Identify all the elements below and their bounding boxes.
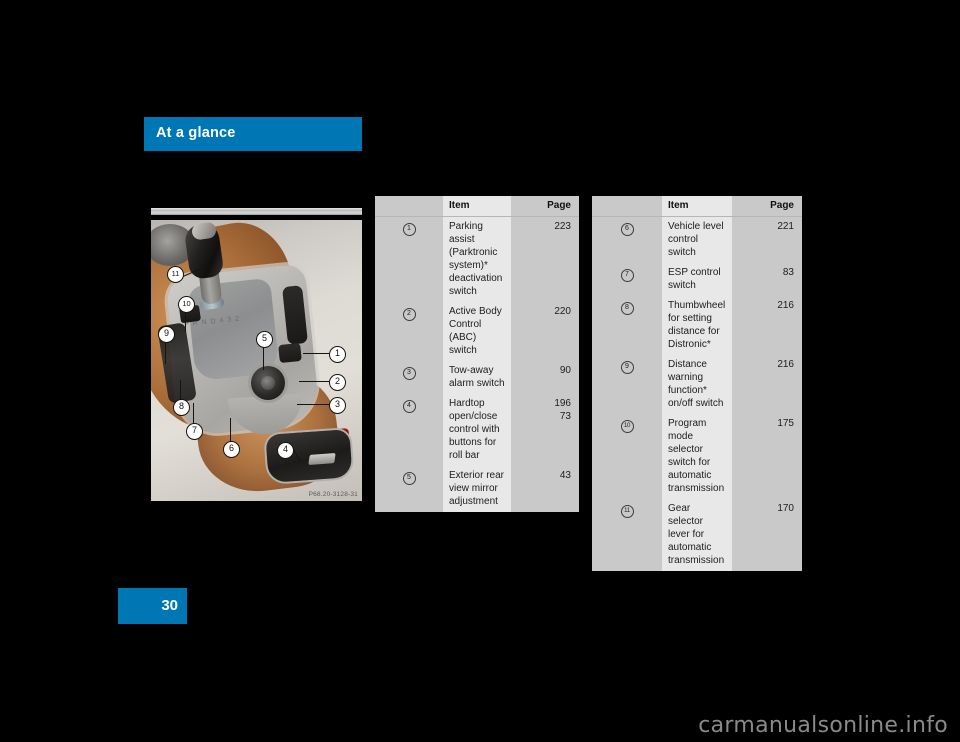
- row-number-cell: 2: [375, 302, 443, 361]
- figure-photo: P R N D 4 3 2 1 2 3 4 5 6 7 8 9 10 11: [151, 220, 362, 501]
- leader-line-2: [299, 381, 329, 382]
- row-page-number: 175: [732, 414, 802, 499]
- row-number-badge: 10: [620, 420, 634, 433]
- row-page-number: 196 73: [511, 394, 579, 466]
- section-header-bar: At a glance: [144, 117, 362, 151]
- callout-marker-6: 6: [223, 441, 240, 458]
- row-number-badge: 1: [402, 223, 416, 236]
- photo-hardtop-icon: [308, 453, 336, 465]
- photo-gate-pattern: P R N D 4 3 2: [183, 315, 241, 329]
- row-number-badge: 9: [620, 361, 634, 374]
- column-header-item: Item: [443, 196, 511, 217]
- row-page-number: 221: [732, 216, 802, 263]
- page-title: At a glance: [156, 125, 236, 141]
- table-row: 9 Distance warning function* on/off swit…: [592, 355, 802, 414]
- column-header-page: Page: [732, 196, 802, 217]
- row-number-cell: 10: [592, 414, 662, 499]
- table-row: 11 Gear selector lever for automatic tra…: [592, 499, 802, 571]
- table-row: 6 Vehicle level control switch 221: [592, 216, 802, 263]
- row-number-badge: 4: [402, 400, 416, 413]
- row-number-badge: 3: [402, 367, 416, 380]
- row-page-number: 170: [732, 499, 802, 571]
- column-header-number: [375, 196, 443, 217]
- leader-line-5: [263, 346, 264, 370]
- row-page-number: 223: [511, 216, 579, 302]
- row-number-cell: 5: [375, 466, 443, 512]
- row-number-cell: 4: [375, 394, 443, 466]
- callout-marker-3: 3: [329, 397, 346, 414]
- table-row: 8 Thumbwheel for setting distance for Di…: [592, 296, 802, 355]
- row-item-label: Tow-away alarm switch: [443, 361, 511, 394]
- row-item-label: Program mode selector switch for automat…: [662, 414, 732, 499]
- table-row: 3 Tow-away alarm switch 90: [375, 361, 579, 394]
- row-number-cell: 8: [592, 296, 662, 355]
- figure-caption-code: P68.20-3128-31: [308, 491, 358, 498]
- row-number-cell: 6: [592, 216, 662, 263]
- callout-marker-8: 8: [173, 399, 190, 416]
- row-number-cell: 11: [592, 499, 662, 571]
- row-number-cell: 3: [375, 361, 443, 394]
- row-number-badge: 6: [620, 223, 634, 236]
- parts-table-left: Item Page 1 Parking assist (Parktronic s…: [375, 196, 579, 512]
- row-item-label: Exterior rear view mirror adjustment: [443, 466, 511, 512]
- leader-line-3: [297, 404, 329, 405]
- callout-marker-9: 9: [158, 326, 175, 343]
- page-number-block: 30: [118, 588, 187, 624]
- row-page-number: 216: [732, 355, 802, 414]
- leader-line-1: [303, 353, 329, 354]
- row-number-cell: 9: [592, 355, 662, 414]
- table-header-row: Item Page: [592, 196, 802, 217]
- table-header-row: Item Page: [375, 196, 579, 217]
- row-item-label: Hardtop open/close control with buttons …: [443, 394, 511, 466]
- photo-right-switch-lower: [278, 342, 302, 364]
- leader-line-10: [185, 312, 186, 332]
- callout-marker-10: 10: [178, 296, 195, 313]
- table-row: 1 Parking assist (Parktronic system)* de…: [375, 216, 579, 302]
- row-item-label: Distance warning function* on/off switch: [662, 355, 732, 414]
- callout-marker-1: 1: [329, 346, 346, 363]
- row-item-label: Vehicle level control switch: [662, 216, 732, 263]
- callout-marker-2: 2: [329, 374, 346, 391]
- figure-center-console: P R N D 4 3 2 1 2 3 4 5 6 7 8 9 10 11 P6…: [151, 203, 362, 501]
- row-page-number: 90: [511, 361, 579, 394]
- table-row: 4 Hardtop open/close control with button…: [375, 394, 579, 466]
- row-number-badge: 8: [620, 302, 634, 315]
- row-item-label: Active Body Control (ABC) switch: [443, 302, 511, 361]
- row-number-cell: 1: [375, 216, 443, 302]
- photo-mirror-dial-center: [261, 376, 275, 390]
- page-number: 30: [161, 597, 178, 614]
- callout-marker-5: 5: [256, 331, 273, 348]
- table-row: 7 ESP control switch 83: [592, 263, 802, 296]
- row-page-number: 83: [732, 263, 802, 296]
- row-item-label: ESP control switch: [662, 263, 732, 296]
- row-page-number: 216: [732, 296, 802, 355]
- row-item-label: Gear selector lever for automatic transm…: [662, 499, 732, 571]
- figure-top-rule: [151, 208, 362, 215]
- row-number-cell: 7: [592, 263, 662, 296]
- row-item-label: Parking assist (Parktronic system)* deac…: [443, 216, 511, 302]
- leader-line-9: [165, 342, 166, 364]
- parts-table-right: Item Page 6 Vehicle level control switch…: [592, 196, 802, 571]
- leader-line-7: [193, 403, 194, 424]
- callout-marker-4: 4: [277, 442, 294, 459]
- row-number-badge: 2: [402, 308, 416, 321]
- column-header-page: Page: [511, 196, 579, 217]
- row-number-badge: 11: [620, 505, 634, 518]
- row-item-label: Thumbwheel for setting distance for Dist…: [662, 296, 732, 355]
- table-row: 2 Active Body Control (ABC) switch 220: [375, 302, 579, 361]
- callout-marker-7: 7: [186, 423, 203, 440]
- row-number-badge: 5: [402, 472, 416, 485]
- row-page-number: 43: [511, 466, 579, 512]
- row-number-badge: 7: [620, 269, 634, 282]
- callout-marker-11: 11: [167, 266, 184, 283]
- leader-line-8: [180, 380, 181, 400]
- table-row: 10 Program mode selector switch for auto…: [592, 414, 802, 499]
- column-header-number: [592, 196, 662, 217]
- site-watermark: carmanualsonline.info: [698, 713, 948, 738]
- column-header-item: Item: [662, 196, 732, 217]
- row-page-number: 220: [511, 302, 579, 361]
- leader-line-6: [230, 418, 231, 442]
- table-row: 5 Exterior rear view mirror adjustment 4…: [375, 466, 579, 512]
